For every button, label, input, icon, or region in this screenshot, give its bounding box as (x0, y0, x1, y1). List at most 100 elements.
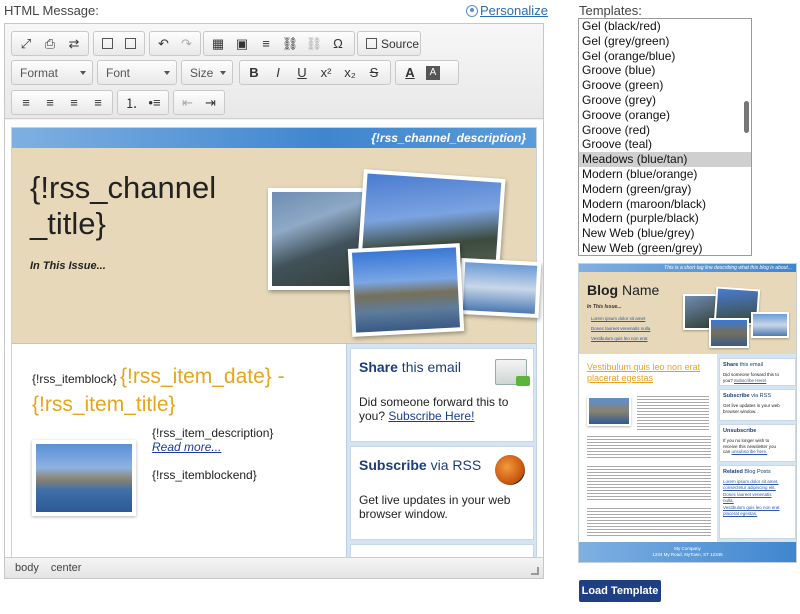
template-option[interactable]: Groove (blue) (579, 63, 751, 78)
chevron-down-icon (220, 71, 226, 75)
template-option[interactable]: Modern (maroon/black) (579, 197, 751, 212)
share-text: Did someone forward this to you? Subscri… (359, 395, 509, 423)
subscribe-here-link[interactable]: Subscribe Here! (388, 409, 474, 423)
template-option[interactable]: Groove (green) (579, 78, 751, 93)
underline-button[interactable]: U (290, 62, 314, 83)
bold-button[interactable]: B (242, 62, 266, 83)
subscript-button[interactable]: x₂ (338, 62, 362, 83)
table-icon[interactable]: ▦ (206, 33, 230, 54)
preview-share-heading: Share this email (723, 362, 764, 368)
image-icon[interactable]: ▣ (230, 33, 254, 54)
indent-icon[interactable]: ⇥ (199, 92, 222, 113)
align-left-icon[interactable]: ≡ (14, 92, 38, 113)
preview-text-lines (587, 434, 711, 458)
template-option[interactable]: Modern (purple/black) (579, 211, 751, 226)
preview-in-this-issue: In This Issue... (587, 304, 622, 310)
special-char-icon[interactable]: Ω (326, 33, 350, 54)
personalize-label: Personalize (480, 3, 548, 18)
template-option[interactable]: Modern (blue/orange) (579, 167, 751, 182)
resize-grip-icon[interactable] (531, 567, 539, 575)
link-icon[interactable]: ⛓ (278, 33, 302, 54)
preview-unsubscribe-text: If you no longer wish to receive this ne… (723, 438, 777, 454)
preview-related-heading: Related Blog Posts (723, 469, 771, 475)
unlink-icon[interactable]: ⛓ (302, 33, 326, 54)
template-option[interactable]: New Web (blue/grey) (579, 226, 751, 241)
toolbar-group-lists: ⒈ •≡ (117, 90, 169, 115)
find-replace-icon[interactable]: ⇄ (62, 33, 86, 54)
format-label: Format (20, 65, 59, 80)
load-template-button[interactable]: Load Template (579, 580, 661, 602)
preview-photo (751, 312, 789, 338)
preview-text-lines (587, 506, 711, 536)
source-icon (366, 38, 377, 49)
path-body[interactable]: body (15, 562, 39, 574)
justify-icon[interactable]: ≡ (86, 92, 110, 113)
bullet-list-icon[interactable]: •≡ (143, 92, 166, 113)
template-option[interactable]: Gel (orange/blue) (579, 49, 751, 64)
preview-blog-title: Blog Name (587, 282, 660, 298)
template-option[interactable]: Groove (grey) (579, 93, 751, 108)
editor-content-area[interactable]: {!rss_channel_description} {!rss_channel… (5, 120, 543, 557)
chevron-down-icon (164, 71, 170, 75)
template-option[interactable]: Groove (orange) (579, 108, 751, 123)
template-option[interactable]: New Web (green/grey) (579, 241, 751, 255)
paste-word-icon[interactable] (119, 33, 142, 54)
text-color-button[interactable]: A (398, 62, 422, 83)
item-description: {!rss_item_description} Read more... (152, 426, 273, 454)
source-button[interactable]: Source (360, 37, 425, 51)
preview-unsubscribe-heading: Unsubscribe (723, 428, 757, 434)
personalize-icon (466, 4, 478, 17)
editor-toolbar: ⤢ ⎙ ⇄ ↶ ↷ ▦ ▣ ≡ ⛓ ⛓ Ω Source Format Font… (5, 24, 543, 119)
channel-description-bar: {!rss_channel_description} (12, 128, 536, 148)
preview-subscribe-box: Subscribe via RSS Get live updates in yo… (719, 389, 796, 421)
template-option[interactable]: Groove (teal) (579, 137, 751, 152)
item-image (32, 440, 136, 516)
template-option[interactable]: Modern (green/gray) (579, 182, 751, 197)
strikethrough-button[interactable]: S (362, 62, 386, 83)
outdent-icon[interactable]: ⇤ (176, 92, 199, 113)
paste-text-icon[interactable] (96, 33, 119, 54)
toolbar-group-clipboard (93, 31, 145, 56)
read-more-link[interactable]: Read more... (152, 440, 273, 454)
print-icon[interactable]: ⎙ (38, 33, 62, 54)
font-dropdown[interactable]: Font (97, 60, 177, 85)
redo-icon[interactable]: ↷ (175, 33, 198, 54)
preview-item-image (587, 396, 631, 426)
path-center[interactable]: center (51, 562, 82, 574)
preview-item-title: Vestibulum quis leo non erat placerat eg… (587, 362, 701, 383)
subscribe-box: Subscribe via RSS Get live updates in yo… (350, 446, 534, 540)
format-dropdown[interactable]: Format (11, 60, 93, 85)
superscript-button[interactable]: x² (314, 62, 338, 83)
size-dropdown[interactable]: Size (181, 60, 233, 85)
italic-button[interactable]: I (266, 62, 290, 83)
horizontal-rule-icon[interactable]: ≡ (254, 33, 278, 54)
toolbar-group-colors: A A (395, 60, 459, 85)
preview-main-column: Vestibulum quis leo non erat placerat eg… (579, 354, 717, 542)
align-right-icon[interactable]: ≡ (62, 92, 86, 113)
preview-bullet: Vestibulum quis leo non erat (591, 336, 648, 341)
templates-listbox[interactable]: Gel (black/red) Gel (grey/green) Gel (oran… (578, 18, 752, 256)
maximize-icon[interactable]: ⤢ (14, 33, 38, 54)
source-label: Source (381, 36, 420, 51)
channel-title: {!rss_channel _title} (30, 170, 217, 241)
ordered-list-icon[interactable]: ⒈ (120, 92, 143, 113)
preview-footer: My Company 1234 My Road, MyTown, ST 1234… (579, 542, 796, 562)
bg-color-button[interactable]: A (426, 65, 440, 80)
preview-bullet: Donec laoreet venenatis nulla (591, 326, 651, 331)
font-label: Font (106, 65, 131, 80)
preview-sidebar: Share this email Did someone forward thi… (717, 354, 796, 542)
toolbar-group-document: ⤢ ⎙ ⇄ (11, 31, 89, 56)
personalize-link[interactable]: Personalize (466, 3, 548, 18)
template-preview: This is a short tag line describing what… (578, 263, 797, 563)
template-option[interactable]: Gel (black/red) (579, 19, 751, 34)
preview-related-box: Related Blog Posts Lorem ipsum dolor sit… (719, 465, 796, 539)
subscribe-text: Get live updates in your web browser win… (359, 493, 511, 521)
undo-icon[interactable]: ↶ (152, 33, 175, 54)
subscribe-heading: Subscribe via RSS (359, 457, 482, 473)
toolbar-group-align: ≡ ≡ ≡ ≡ (11, 90, 113, 115)
listbox-scrollbar[interactable] (744, 101, 749, 133)
template-option[interactable]: Groove (red) (579, 123, 751, 138)
template-option[interactable]: Meadows (blue/tan) (579, 152, 751, 167)
align-center-icon[interactable]: ≡ (38, 92, 62, 113)
template-option[interactable]: Gel (grey/green) (579, 34, 751, 49)
